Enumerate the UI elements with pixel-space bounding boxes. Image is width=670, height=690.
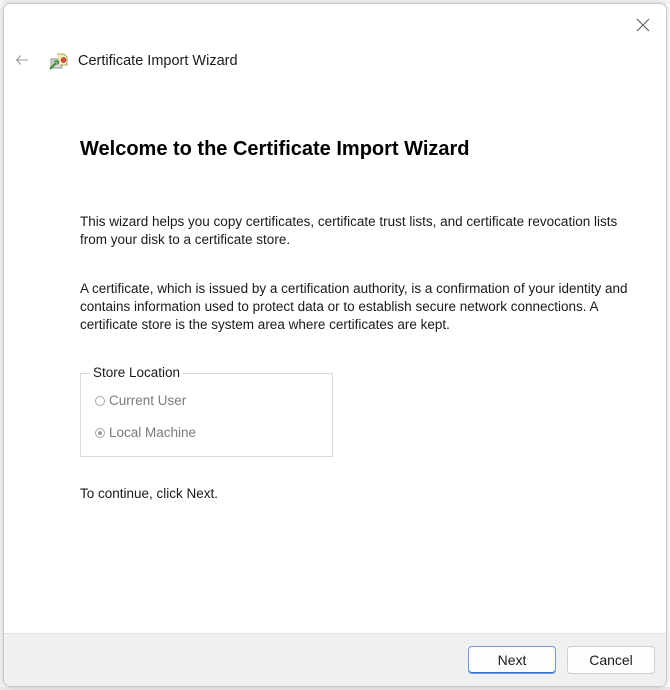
- wizard-title-bar: Certificate Import Wizard: [48, 48, 238, 74]
- certificate-import-wizard-dialog: Certificate Import Wizard Welcome to the…: [3, 3, 667, 687]
- current-user-option[interactable]: Current User: [95, 393, 186, 408]
- local-machine-label: Local Machine: [109, 425, 197, 440]
- cancel-button[interactable]: Cancel: [567, 646, 655, 674]
- close-button[interactable]: [630, 12, 656, 38]
- wizard-title: Certificate Import Wizard: [78, 53, 238, 69]
- local-machine-radio[interactable]: [95, 427, 105, 438]
- store-location-group: Store Location Current User Local Machin…: [80, 365, 333, 457]
- back-arrow-icon: [15, 55, 28, 65]
- local-machine-option[interactable]: Local Machine: [95, 425, 196, 440]
- back-button[interactable]: [12, 50, 32, 70]
- current-user-label: Current User: [109, 393, 187, 408]
- intro-paragraph: This wizard helps you copy certificates,…: [80, 214, 618, 247]
- wizard-footer: Next Cancel: [4, 633, 666, 686]
- current-user-radio[interactable]: [95, 395, 105, 406]
- next-button[interactable]: Next: [468, 646, 556, 674]
- close-icon: [636, 18, 650, 32]
- store-location-legend: Store Location: [90, 365, 184, 380]
- certificate-description-paragraph: A certificate, which is issued by a cert…: [80, 281, 628, 332]
- certificate-wizard-icon: [49, 53, 68, 70]
- continue-instruction: To continue, click Next.: [80, 486, 219, 501]
- page-heading: Welcome to the Certificate Import Wizard: [80, 138, 470, 160]
